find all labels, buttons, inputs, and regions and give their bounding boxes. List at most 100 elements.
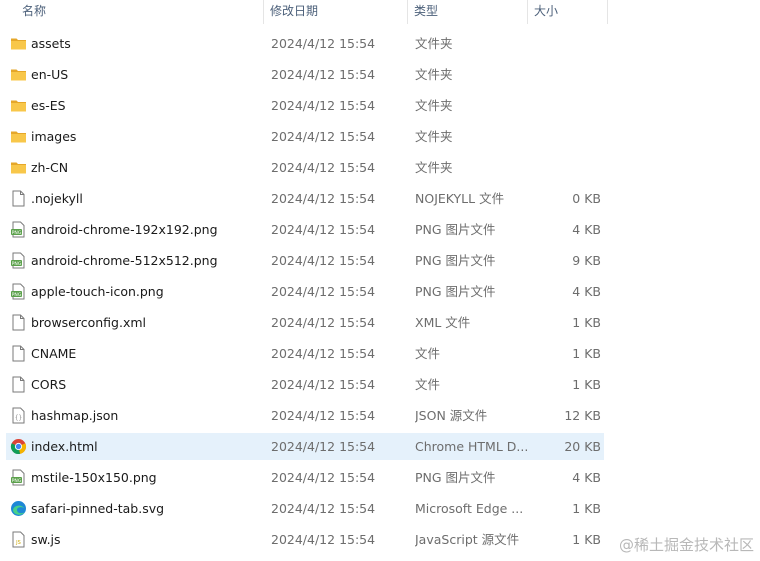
file-modified-date: 2024/4/12 15:54 [271, 532, 376, 547]
file-name: .nojekyll [31, 191, 83, 206]
file-type: 文件夹 [415, 129, 453, 144]
file-type: NOJEKYLL 文件 [415, 191, 505, 206]
file-name: apple-touch-icon.png [31, 284, 164, 299]
file-name: android-chrome-192x192.png [31, 222, 218, 237]
file-type: XML 文件 [415, 315, 471, 330]
file-row[interactable]: CNAME 2024/4/12 15:54 文件 1 KB [0, 338, 760, 369]
file-modified-date: 2024/4/12 15:54 [271, 377, 376, 392]
file-name: sw.js [31, 532, 61, 547]
file-row[interactable]: index.html 2024/4/12 15:54 Chrome HTML D..… [0, 431, 760, 462]
blank-file-icon [10, 338, 28, 369]
file-type: 文件 [415, 346, 441, 361]
file-modified-date: 2024/4/12 15:54 [271, 408, 376, 423]
file-name: assets [31, 36, 71, 51]
file-size: 20 KB [564, 439, 601, 454]
file-size: 12 KB [564, 408, 601, 423]
file-row[interactable]: browserconfig.xml 2024/4/12 15:54 XML 文件 1 … [0, 307, 760, 338]
svg-text:PNG: PNG [12, 478, 22, 484]
file-size [528, 59, 601, 90]
file-type: Microsoft Edge ... [415, 501, 524, 516]
file-row[interactable]: PNG android-chrome-192x192.png 2024/4/12 1… [0, 214, 760, 245]
svg-text:JS: JS [15, 540, 21, 546]
column-header-type[interactable]: 类型 [408, 0, 528, 24]
png-file-icon: PNG [10, 245, 28, 276]
file-type: 文件夹 [415, 160, 453, 175]
file-name: CNAME [31, 346, 77, 361]
file-row[interactable]: PNG android-chrome-512x512.png 2024/4/12 1… [0, 245, 760, 276]
file-row[interactable]: PNG apple-touch-icon.png 2024/4/12 15:54 PN… [0, 276, 760, 307]
json-file-icon: {} [10, 400, 28, 431]
file-name: browserconfig.xml [31, 315, 147, 330]
svg-text:PNG: PNG [12, 261, 22, 267]
file-modified-date: 2024/4/12 15:54 [271, 439, 376, 454]
file-type: 文件夹 [415, 98, 453, 113]
file-row[interactable]: images 2024/4/12 15:54 文件夹 [0, 121, 760, 152]
file-size: 1 KB [572, 315, 601, 330]
file-row[interactable]: es-ES 2024/4/12 15:54 文件夹 [0, 90, 760, 121]
file-modified-date: 2024/4/12 15:54 [271, 98, 376, 113]
blank-file-icon [10, 369, 28, 400]
file-size [528, 121, 601, 152]
file-type: 文件夹 [415, 67, 453, 82]
file-type: Chrome HTML D... [415, 439, 527, 454]
file-size: 1 KB [572, 346, 601, 361]
chrome-icon [10, 431, 28, 462]
file-modified-date: 2024/4/12 15:54 [271, 346, 376, 361]
folder-icon [10, 121, 28, 152]
file-size: 4 KB [572, 284, 601, 299]
column-header-name[interactable]: 名称 [16, 0, 264, 24]
file-size: 1 KB [572, 501, 601, 516]
file-size: 0 KB [572, 191, 601, 206]
file-name: es-ES [31, 98, 66, 113]
file-modified-date: 2024/4/12 15:54 [271, 222, 376, 237]
file-row[interactable]: .nojekyll 2024/4/12 15:54 NOJEKYLL 文件 0 KB [0, 183, 760, 214]
file-row[interactable]: {} hashmap.json 2024/4/12 15:54 JSON 源文件 12 … [0, 400, 760, 431]
column-header-date[interactable]: 修改日期 [264, 0, 408, 24]
file-name: images [31, 129, 77, 144]
file-modified-date: 2024/4/12 15:54 [271, 253, 376, 268]
file-size [528, 90, 601, 121]
svg-text:PNG: PNG [12, 292, 22, 298]
file-type: JavaScript 源文件 [415, 532, 520, 547]
file-size: 9 KB [572, 253, 601, 268]
file-name: en-US [31, 67, 69, 82]
file-name: mstile-150x150.png [31, 470, 157, 485]
blank-file-icon [10, 307, 28, 338]
folder-icon [10, 59, 28, 90]
file-row[interactable]: assets 2024/4/12 15:54 文件夹 [0, 28, 760, 59]
file-modified-date: 2024/4/12 15:54 [271, 315, 376, 330]
file-list: assets 2024/4/12 15:54 文件夹 en-US 2024/4/12 1… [0, 28, 760, 555]
file-modified-date: 2024/4/12 15:54 [271, 501, 376, 516]
blank-file-icon [10, 183, 28, 214]
file-name: CORS [31, 377, 67, 392]
file-size [528, 28, 601, 59]
png-file-icon: PNG [10, 214, 28, 245]
file-name: zh-CN [31, 160, 69, 175]
file-row[interactable]: zh-CN 2024/4/12 15:54 文件夹 [0, 152, 760, 183]
png-file-icon: PNG [10, 276, 28, 307]
file-type: 文件 [415, 377, 441, 392]
file-name: android-chrome-512x512.png [31, 253, 218, 268]
file-modified-date: 2024/4/12 15:54 [271, 160, 376, 175]
file-name: hashmap.json [31, 408, 119, 423]
file-modified-date: 2024/4/12 15:54 [271, 36, 376, 51]
watermark: @稀土掘金技术社区 [618, 536, 754, 554]
file-size: 4 KB [572, 470, 601, 485]
file-type: PNG 图片文件 [415, 253, 496, 268]
file-type: 文件夹 [415, 36, 453, 51]
folder-icon [10, 152, 28, 183]
file-row[interactable]: en-US 2024/4/12 15:54 文件夹 [0, 59, 760, 90]
column-header-size[interactable]: 大小 [528, 0, 608, 24]
file-modified-date: 2024/4/12 15:54 [271, 129, 376, 144]
file-name: safari-pinned-tab.svg [31, 501, 165, 516]
file-row[interactable]: PNG mstile-150x150.png 2024/4/12 15:54 PNG … [0, 462, 760, 493]
file-type: PNG 图片文件 [415, 470, 496, 485]
file-row[interactable]: safari-pinned-tab.svg 2024/4/12 15:54 Micr… [0, 493, 760, 524]
file-type: PNG 图片文件 [415, 284, 496, 299]
file-row[interactable]: CORS 2024/4/12 15:54 文件 1 KB [0, 369, 760, 400]
file-modified-date: 2024/4/12 15:54 [271, 191, 376, 206]
edge-icon [10, 493, 28, 524]
file-modified-date: 2024/4/12 15:54 [271, 470, 376, 485]
folder-icon [10, 28, 28, 59]
file-type: PNG 图片文件 [415, 222, 496, 237]
